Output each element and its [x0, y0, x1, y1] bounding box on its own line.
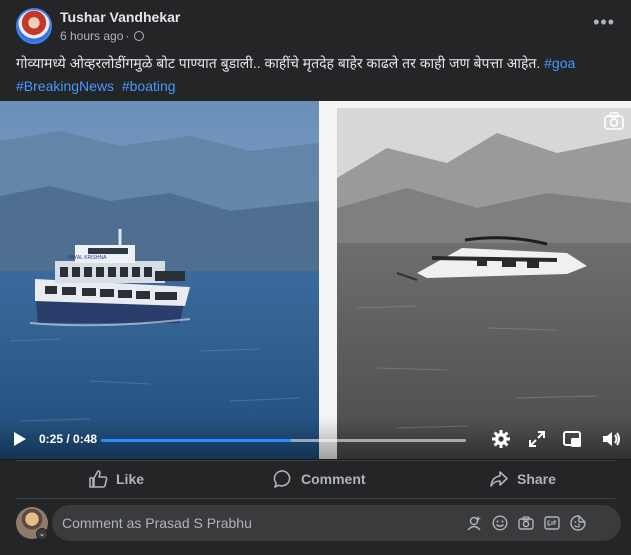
- pip-icon[interactable]: [562, 429, 582, 449]
- camera-icon[interactable]: [603, 110, 625, 132]
- video-time: 0:25 / 0:48: [39, 432, 98, 446]
- video-frame-boat: PAYAL KRISHNA: [0, 101, 319, 459]
- comment-input[interactable]: Comment as Prasad S Prabhu: [52, 505, 621, 541]
- hashtag-breakingnews[interactable]: #BreakingNews: [16, 78, 114, 94]
- globe-icon: [134, 31, 145, 41]
- comment-icon: [273, 470, 291, 488]
- play-icon[interactable]: [13, 431, 27, 447]
- post-caption: गोव्यामध्ये ओव्हरलोडींगमुळे बोट पाण्यात …: [16, 52, 621, 98]
- author-name[interactable]: Tushar Vandhekar: [60, 9, 180, 25]
- sticker-icon[interactable]: [570, 515, 586, 531]
- comment-composer: ⌄ Comment as Prasad S Prabhu: [0, 503, 631, 543]
- like-label: Like: [116, 471, 145, 487]
- comment-label: Comment: [301, 471, 366, 487]
- video-frame-capsized: [337, 108, 631, 459]
- boat-banner-text: PAYAL KRISHNA: [68, 255, 107, 261]
- comment-button[interactable]: Comment: [273, 461, 366, 497]
- hashtag-goa[interactable]: #goa: [544, 55, 575, 71]
- caption-text: गोव्यामध्ये ओव्हरलोडींगमुळे बोट पाण्यात …: [16, 55, 541, 71]
- settings-icon[interactable]: [491, 429, 511, 449]
- post-time[interactable]: 6 hours ago: [60, 29, 123, 43]
- like-button[interactable]: Like: [88, 461, 144, 497]
- expand-icon[interactable]: [527, 429, 547, 449]
- share-label: Share: [517, 471, 556, 487]
- hashtag-boating[interactable]: #boating: [122, 78, 176, 94]
- comment-placeholder: Comment as Prasad S Prabhu: [62, 515, 252, 531]
- video-player[interactable]: PAYAL KRISHNA: [0, 101, 631, 459]
- volume-icon[interactable]: [601, 429, 621, 449]
- avatar-sticker-icon[interactable]: [466, 515, 482, 531]
- share-button[interactable]: Share: [489, 461, 556, 497]
- video-progress-bar[interactable]: [101, 439, 466, 442]
- meta-separator: ·: [125, 29, 130, 43]
- post-header: Tushar Vandhekar 6 hours ago · •••: [0, 0, 631, 48]
- like-icon: [89, 470, 108, 488]
- share-icon: [490, 471, 508, 487]
- author-avatar[interactable]: [16, 8, 52, 44]
- more-options-icon[interactable]: •••: [593, 12, 615, 33]
- camera-icon[interactable]: [518, 515, 534, 531]
- divider-bottom: [16, 498, 615, 499]
- post-meta: 6 hours ago ·: [60, 29, 145, 43]
- video-controls: 0:25 / 0:48: [0, 418, 631, 460]
- chevron-down-icon[interactable]: ⌄: [36, 528, 48, 540]
- post-actions: Like Comment Share: [0, 461, 631, 497]
- video-progress-fill: [101, 439, 291, 442]
- gif-icon[interactable]: [544, 515, 560, 531]
- emoji-icon[interactable]: [492, 515, 508, 531]
